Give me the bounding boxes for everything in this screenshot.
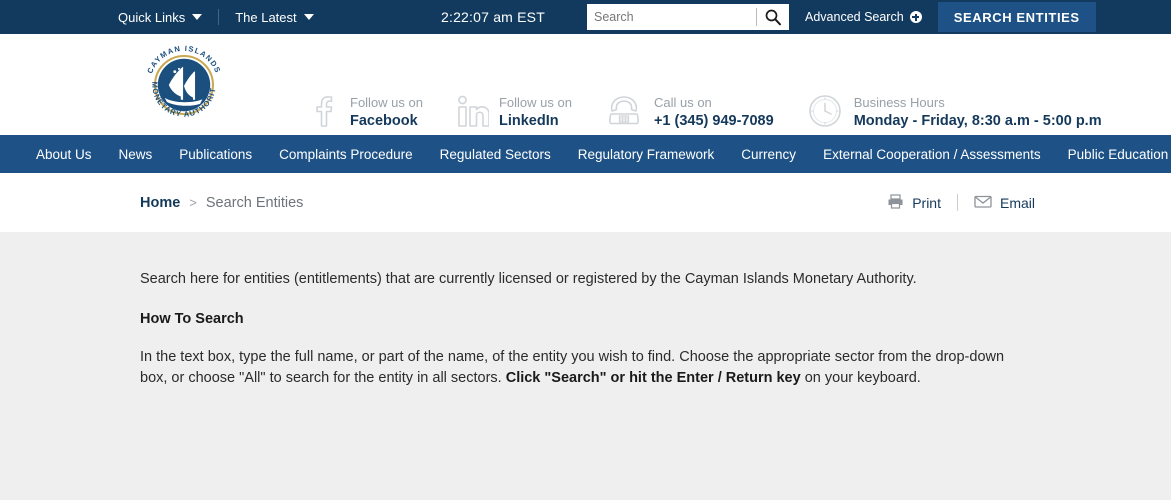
linkedin-link[interactable]: LinkedIn (499, 112, 572, 131)
contact-phone: Call us on +1 (345) 949-7089 (604, 90, 774, 135)
how-to-search-text: In the text box, type the full name, or … (140, 347, 1028, 390)
the-latest-label: The Latest (235, 9, 297, 25)
plus-circle-icon (909, 11, 922, 23)
search-input[interactable] (594, 5, 754, 29)
nav-item-external-cooperation[interactable]: External Cooperation / Assessments (823, 147, 1041, 162)
nav-item-news[interactable]: News (119, 147, 153, 162)
search-box[interactable] (587, 4, 789, 30)
printer-icon (887, 193, 904, 212)
breadcrumb-band: Home > Search Entities Print Email (0, 173, 1171, 232)
phone-number: +1 (345) 949-7089 (653, 112, 774, 129)
email-label: Email (999, 194, 1035, 211)
nav-item-regulated-sectors[interactable]: Regulated Sectors (440, 147, 551, 162)
facebook-link[interactable]: Facebook (350, 112, 423, 131)
chevron-down-icon (192, 14, 203, 20)
email-button[interactable]: Email (974, 195, 1035, 211)
top-utility-bar: Quick Links The Latest 2:22:07 am EST Ad… (0, 0, 1171, 34)
contact-linkedin[interactable]: Follow us on LinkedIn (455, 90, 572, 135)
howto-emphasis: Click "Search" or hit the Enter / Return… (505, 370, 801, 387)
how-to-search-heading: How To Search (140, 311, 244, 328)
advanced-search-link[interactable]: Advanced Search (805, 10, 922, 24)
facebook-icon (310, 90, 340, 135)
breadcrumb-home-link[interactable]: Home (140, 195, 180, 211)
quick-links-menu[interactable]: Quick Links (118, 9, 203, 25)
page-actions: Print Email (887, 193, 1035, 212)
nav-item-currency[interactable]: Currency (741, 147, 796, 162)
envelope-icon (974, 195, 992, 211)
top-search-area: Advanced Search SEARCH ENTITIES (587, 2, 1096, 32)
search-icon[interactable] (764, 8, 782, 26)
breadcrumb-current: Search Entities (205, 194, 304, 211)
facebook-caption: Follow us on (350, 94, 423, 110)
phone-caption: Call us on (653, 94, 712, 110)
linkedin-icon (455, 90, 490, 135)
cima-logo[interactable]: CAYMAN ISLANDS MONETARY AUTHORITY (135, 32, 230, 131)
intro-text: Search here for entities (entitlements) … (140, 271, 917, 287)
topbar-divider (218, 9, 220, 25)
breadcrumb-separator-icon: > (189, 195, 197, 210)
breadcrumb: Home > Search Entities (140, 195, 303, 211)
top-utility-links: Quick Links The Latest (118, 9, 314, 25)
search-entities-button[interactable]: SEARCH ENTITIES (937, 2, 1096, 32)
contact-facebook[interactable]: Follow us on Facebook (310, 90, 423, 135)
main-content: Search here for entities (entitlements) … (0, 232, 1171, 464)
clock-display: 2:22:07 am EST (441, 9, 545, 25)
hours-caption: Business Hours (853, 94, 945, 110)
hours-value: Monday - Friday, 8:30 a.m - 5:00 p.m (853, 112, 1102, 129)
search-divider (756, 8, 757, 26)
nav-item-complaints-procedure[interactable]: Complaints Procedure (279, 147, 413, 162)
contact-strip: Follow us on Facebook Follow us on Linke… (310, 90, 1102, 135)
print-label: Print (912, 194, 941, 211)
nav-item-regulatory-framework[interactable]: Regulatory Framework (578, 147, 715, 162)
advanced-search-label: Advanced Search (805, 10, 904, 24)
nav-item-public-education[interactable]: Public Education (1068, 147, 1169, 162)
print-button[interactable]: Print (887, 193, 941, 212)
masthead: CAYMAN ISLANDS MONETARY AUTHORITY Follow… (0, 32, 1171, 135)
chevron-down-icon (303, 14, 314, 20)
contact-hours: Business Hours Monday - Friday, 8:30 a.m… (806, 90, 1102, 135)
nav-item-publications[interactable]: Publications (179, 147, 252, 162)
linkedin-caption: Follow us on (498, 94, 572, 110)
main-navigation: About Us News Publications Complaints Pr… (0, 135, 1171, 173)
clock-icon (806, 90, 844, 135)
nav-item-about-us[interactable]: About Us (36, 147, 92, 162)
page-actions-divider (956, 194, 958, 211)
quick-links-label: Quick Links (118, 9, 186, 25)
howto-part2: on your keyboard. (800, 370, 921, 387)
the-latest-menu[interactable]: The Latest (235, 9, 314, 25)
phone-icon (604, 90, 644, 135)
